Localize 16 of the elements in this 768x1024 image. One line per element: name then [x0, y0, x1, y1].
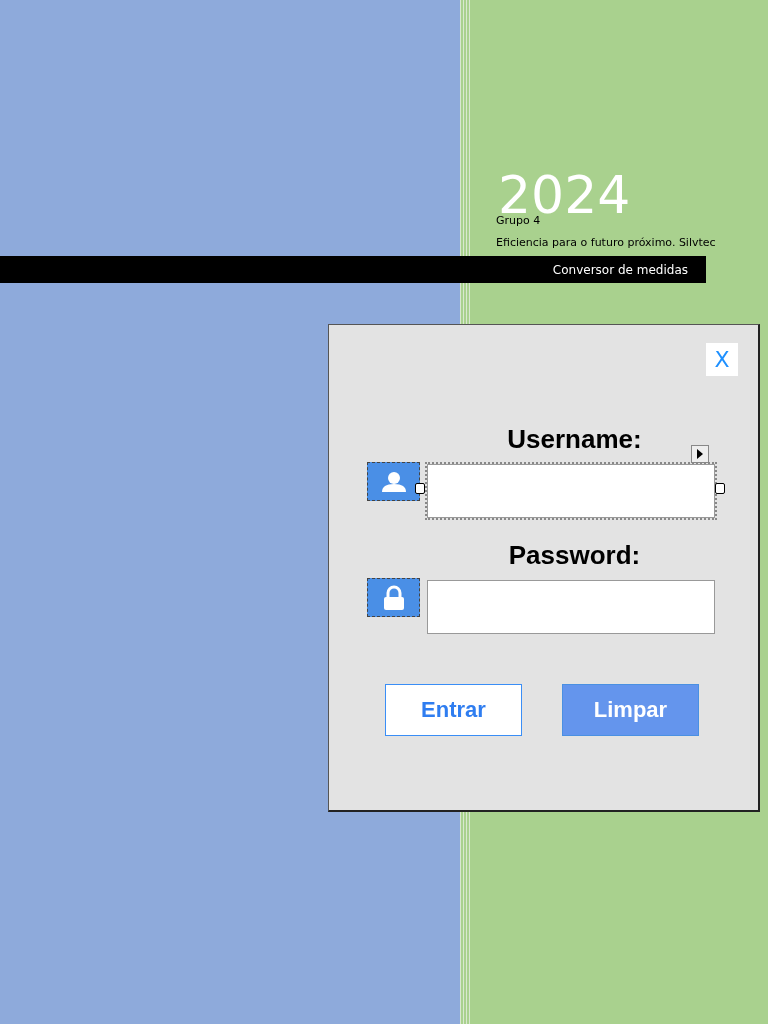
close-button[interactable]: X	[706, 343, 738, 376]
user-icon	[367, 462, 420, 501]
smart-tag-icon[interactable]	[691, 445, 709, 463]
input-field[interactable]	[425, 578, 717, 636]
enter-button[interactable]: Entrar	[385, 684, 522, 736]
field-label: Username:	[507, 426, 642, 452]
resize-handle[interactable]	[715, 483, 725, 494]
banner-title: Conversor de medidas	[552, 262, 688, 277]
clear-button[interactable]: Limpar	[562, 684, 699, 736]
year-title: 2024	[498, 164, 631, 214]
resize-handle[interactable]	[415, 483, 425, 494]
group-label: Grupo 4	[496, 214, 541, 227]
lock-icon	[367, 578, 420, 617]
tagline: Eficiencia para o futuro próximo. Silvtec	[496, 236, 717, 249]
input-field[interactable]	[425, 462, 717, 520]
field-label: Password:	[508, 542, 641, 568]
